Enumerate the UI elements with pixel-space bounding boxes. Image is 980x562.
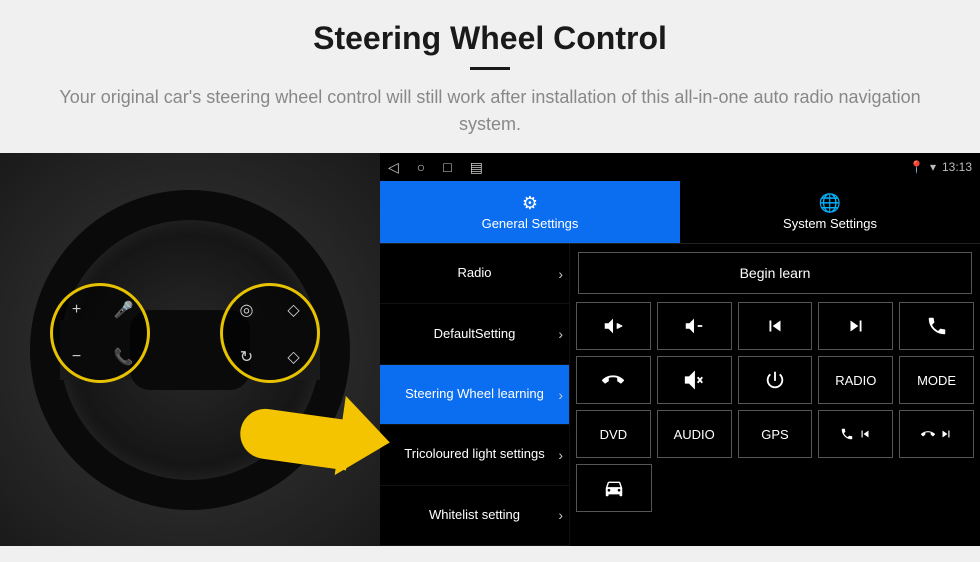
- source-icon: ◎: [240, 300, 254, 320]
- learning-panel: Begin learn: [570, 244, 980, 546]
- skip-next-icon: [845, 315, 867, 337]
- phone-icon: [926, 315, 948, 337]
- tab-general-settings[interactable]: ⚙ General Settings: [380, 181, 680, 243]
- skip-previous-icon: [858, 427, 872, 441]
- chevron-right-icon: ›: [558, 326, 563, 342]
- gear-icon: ⚙: [522, 193, 538, 214]
- settings-tabs: ⚙ General Settings 🌐 System Settings: [380, 181, 980, 243]
- phone-next-button[interactable]: [899, 410, 974, 458]
- up-nav-icon: ◇: [287, 300, 299, 320]
- page-title: Steering Wheel Control: [40, 20, 940, 57]
- car-icon: [603, 477, 625, 499]
- skip-previous-icon: [764, 315, 786, 337]
- clock-text: 13:13: [942, 160, 972, 174]
- empty-slot: [739, 464, 813, 512]
- sidebar-item-label: Steering Wheel learning: [405, 386, 544, 403]
- empty-slot: [658, 464, 732, 512]
- power-button[interactable]: [738, 356, 813, 404]
- wheel-controls-left-highlight: + 🎤 − 📞: [50, 283, 150, 383]
- phone-prev-button[interactable]: [818, 410, 893, 458]
- button-row-1: [576, 302, 974, 350]
- chevron-right-icon: ›: [558, 507, 563, 523]
- sidebar-item-tricoloured-light[interactable]: Tricoloured light settings ›: [380, 425, 570, 485]
- volume-up-icon: [602, 315, 624, 337]
- wifi-icon: ▾: [930, 160, 936, 174]
- title-divider: [470, 67, 510, 70]
- cycle-icon: ↻: [240, 347, 253, 367]
- wheel-controls-right-highlight: ◎ ◇ ↻ ◇: [220, 283, 320, 383]
- content-row: + 🎤 − 📞 ◎ ◇ ↻ ◇ ◁ ○ □ ▤ 📍 ▾: [0, 153, 980, 546]
- empty-slot: [819, 464, 893, 512]
- settings-sidebar: Radio › DefaultSetting › Steering Wheel …: [380, 244, 570, 546]
- power-icon: [764, 369, 786, 391]
- tab-label: General Settings: [482, 216, 579, 231]
- mode-button[interactable]: MODE: [899, 356, 974, 404]
- chevron-right-icon: ›: [558, 266, 563, 282]
- volume-up-button[interactable]: [576, 302, 651, 350]
- radio-button[interactable]: RADIO: [818, 356, 893, 404]
- empty-slot: [900, 464, 974, 512]
- minus-icon: −: [72, 348, 81, 366]
- button-row-2: RADIO MODE: [576, 356, 974, 404]
- plus-icon: +: [72, 301, 81, 319]
- mute-button[interactable]: [657, 356, 732, 404]
- home-icon[interactable]: ○: [417, 159, 425, 175]
- phone-hangup-icon: [921, 427, 935, 441]
- phone-hangup-icon: [602, 369, 624, 391]
- nav-buttons: ◁ ○ □ ▤: [388, 159, 483, 176]
- tab-system-settings[interactable]: 🌐 System Settings: [680, 181, 980, 243]
- next-track-button[interactable]: [818, 302, 893, 350]
- sidebar-item-steering-wheel-learning[interactable]: Steering Wheel learning ›: [380, 365, 570, 425]
- tab-label: System Settings: [783, 216, 877, 231]
- sidebar-item-radio[interactable]: Radio ›: [380, 244, 570, 304]
- status-icons: 📍 ▾ 13:13: [909, 160, 972, 174]
- call-answer-button[interactable]: [899, 302, 974, 350]
- gps-icon: 📍: [909, 160, 924, 174]
- recents-icon[interactable]: □: [443, 159, 451, 175]
- hero-section: Steering Wheel Control Your original car…: [0, 0, 980, 153]
- settings-body: Radio › DefaultSetting › Steering Wheel …: [380, 243, 980, 546]
- sidebar-item-label: DefaultSetting: [434, 326, 516, 343]
- voice-icon: 🎤: [114, 300, 134, 320]
- sidebar-item-label: Whitelist setting: [429, 507, 520, 524]
- down-nav-icon: ◇: [287, 347, 299, 367]
- chevron-right-icon: ›: [558, 447, 563, 463]
- button-row-3: DVD AUDIO GPS: [576, 410, 974, 458]
- head-unit-screen: ◁ ○ □ ▤ 📍 ▾ 13:13 ⚙ General Settings 🌐 S…: [380, 153, 980, 546]
- sd-card-icon: ▤: [470, 159, 483, 176]
- call-hangup-button[interactable]: [576, 356, 651, 404]
- begin-row: Begin learn: [576, 250, 974, 296]
- volume-down-button[interactable]: [657, 302, 732, 350]
- dvd-button[interactable]: DVD: [576, 410, 651, 458]
- button-row-4: [576, 464, 974, 512]
- chevron-right-icon: ›: [558, 387, 563, 403]
- sidebar-item-default-setting[interactable]: DefaultSetting ›: [380, 304, 570, 364]
- begin-learn-button[interactable]: Begin learn: [578, 252, 972, 294]
- back-icon[interactable]: ◁: [388, 159, 399, 176]
- sidebar-item-label: Tricoloured light settings: [404, 446, 544, 463]
- volume-mute-icon: [683, 369, 705, 391]
- globe-icon: 🌐: [819, 193, 841, 214]
- skip-next-icon: [939, 427, 953, 441]
- volume-down-icon: [683, 315, 705, 337]
- gps-button[interactable]: GPS: [738, 410, 813, 458]
- previous-track-button[interactable]: [738, 302, 813, 350]
- steering-wheel-photo: + 🎤 − 📞 ◎ ◇ ↻ ◇: [0, 153, 380, 546]
- sidebar-item-label: Radio: [458, 265, 492, 282]
- phone-icon: 📞: [114, 347, 134, 367]
- phone-icon: [840, 427, 854, 441]
- car-button[interactable]: [576, 464, 652, 512]
- audio-button[interactable]: AUDIO: [657, 410, 732, 458]
- page-subtitle: Your original car's steering wheel contr…: [40, 84, 940, 138]
- sidebar-item-whitelist[interactable]: Whitelist setting ›: [380, 486, 570, 546]
- android-statusbar: ◁ ○ □ ▤ 📍 ▾ 13:13: [380, 153, 980, 181]
